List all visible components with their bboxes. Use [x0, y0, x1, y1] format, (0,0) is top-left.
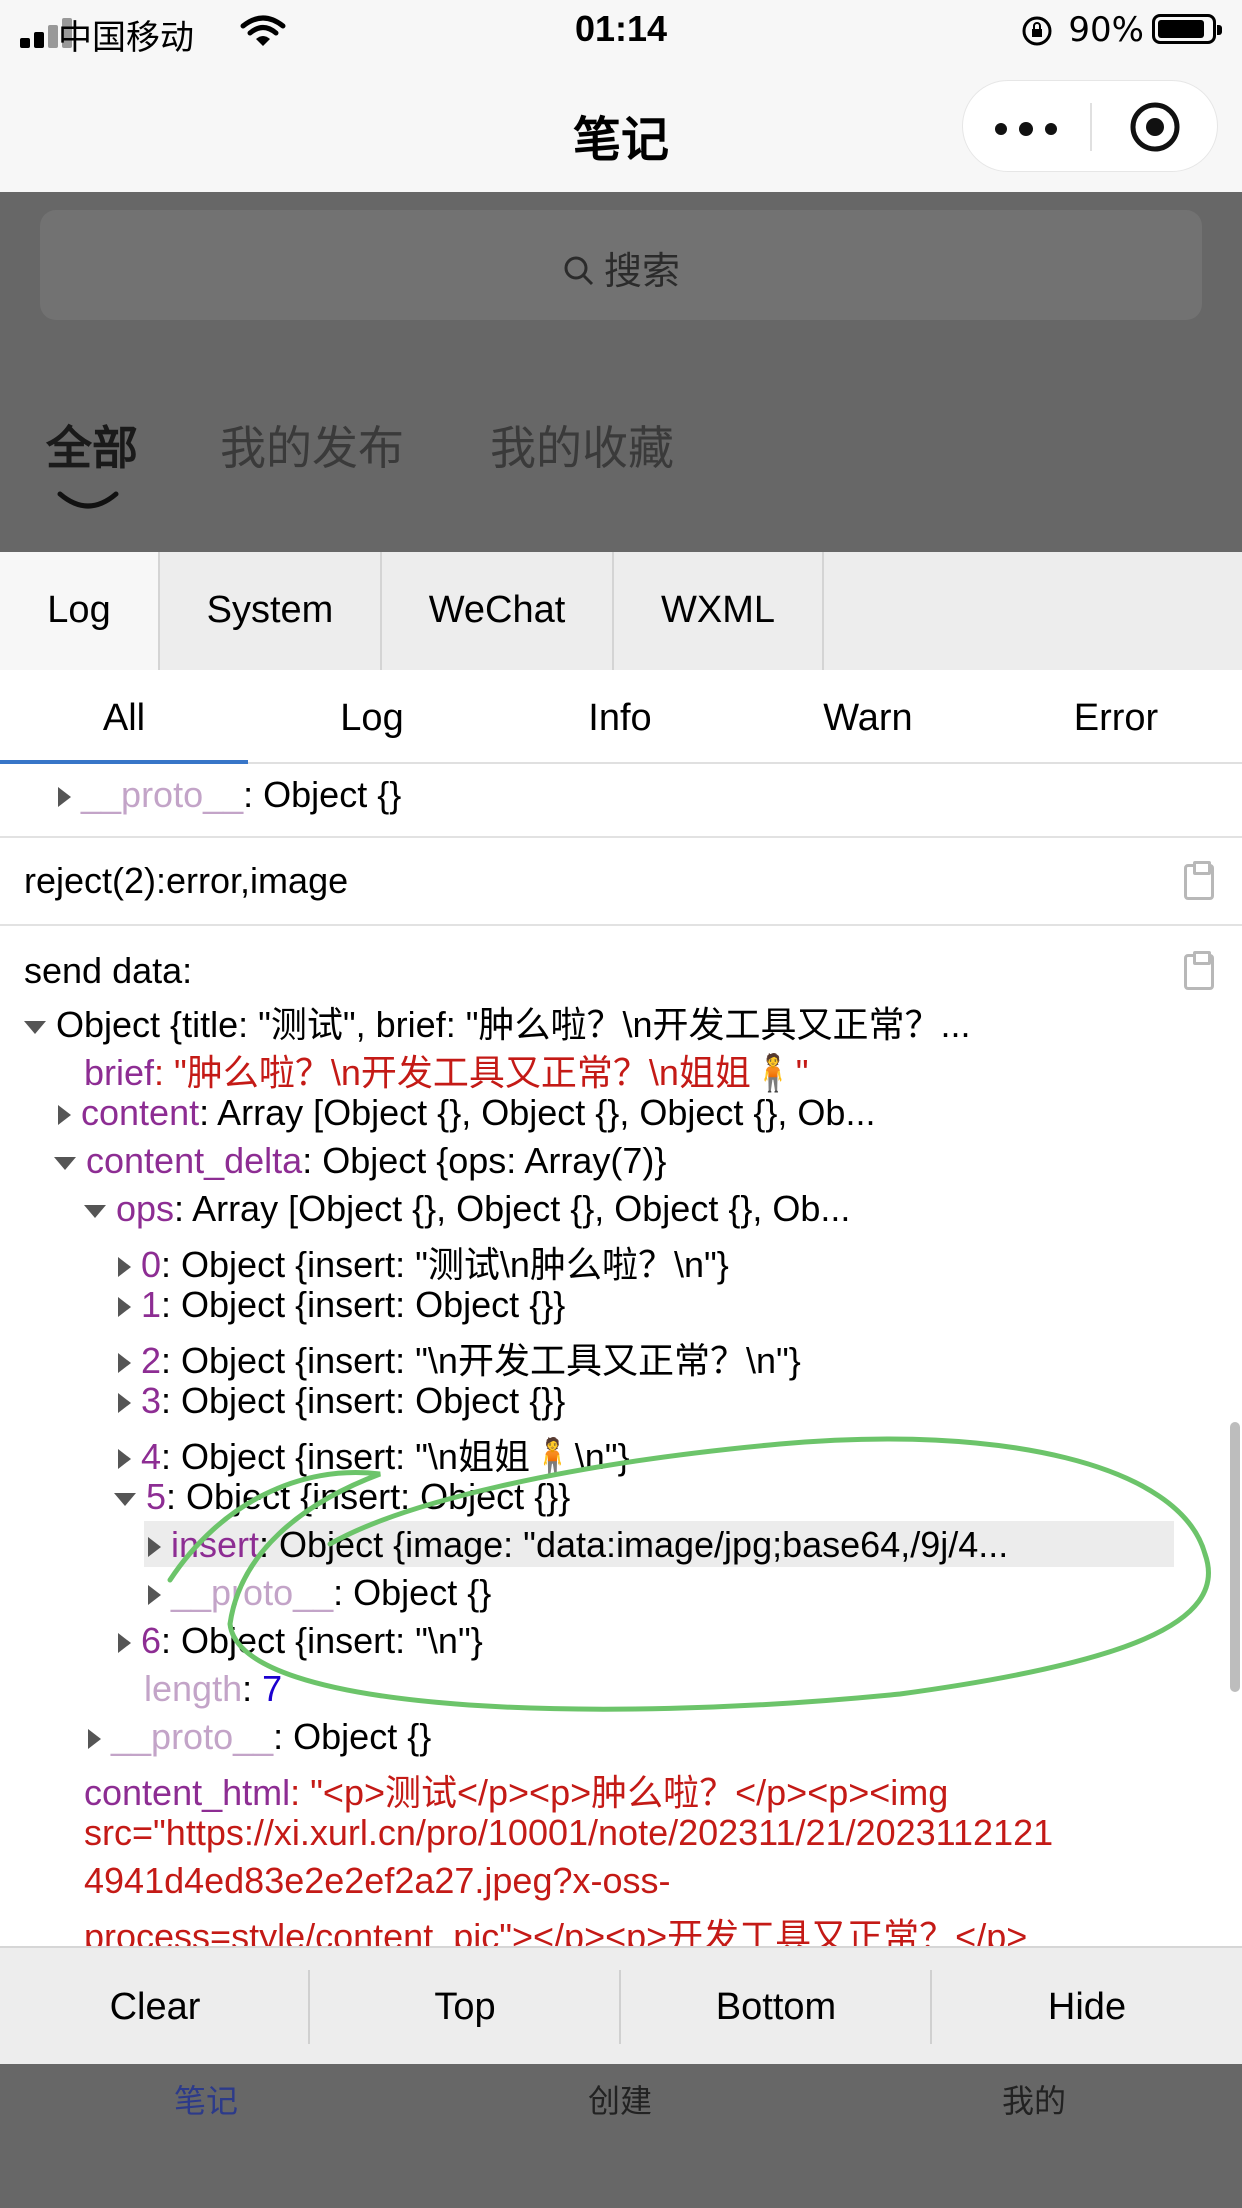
annotation-circle	[167, 1436, 1211, 1712]
filter-warn[interactable]: Warn	[744, 670, 992, 762]
vconsole-tabs: Log System WeChat WXML	[0, 552, 1242, 671]
tab-system[interactable]: System	[160, 552, 382, 670]
status-bar: 中国移动 01:14 90%	[0, 0, 1242, 62]
search-bar[interactable]: 搜索	[40, 210, 1202, 320]
clock: 01:14	[574, 8, 668, 49]
battery-icon	[1152, 14, 1222, 44]
close-miniprogram-icon[interactable]	[1127, 99, 1183, 155]
tab-my-favorites[interactable]: 我的收藏	[490, 412, 674, 478]
bottom-button[interactable]: Bottom	[621, 1948, 931, 2066]
tabbar-notes[interactable]: 笔记	[174, 2076, 238, 2122]
scrollbar[interactable]	[1230, 1422, 1240, 1692]
filter-log[interactable]: Log	[248, 670, 496, 762]
search-icon	[564, 256, 594, 286]
nav-bar: 笔记	[0, 62, 1242, 192]
tab-bar: 笔记 创建 我的	[0, 2064, 1242, 2208]
tabbar-mine[interactable]: 我的	[1002, 2076, 1066, 2122]
tabbar-create[interactable]: 创建	[588, 2076, 652, 2122]
vconsole-filter-tabs: All Log Info Warn Error	[0, 670, 1242, 764]
search-placeholder: 搜索	[603, 249, 680, 293]
battery-percent: 90%	[1068, 10, 1144, 50]
hide-button[interactable]: Hide	[932, 1948, 1242, 2066]
vconsole-footer: Clear Top Bottom Hide	[0, 1946, 1242, 2066]
log-panel: __proto__: Object {} reject(2):error,ima…	[0, 764, 1242, 1946]
filter-info[interactable]: Info	[496, 670, 744, 762]
tab-log[interactable]: Log	[0, 552, 160, 670]
tab-my-posts[interactable]: 我的发布	[220, 412, 404, 478]
tab-indicator	[57, 491, 119, 509]
rotation-lock-icon	[1022, 16, 1052, 46]
tab-wxml[interactable]: WXML	[614, 552, 824, 670]
clear-button[interactable]: Clear	[0, 1948, 310, 2066]
more-icon[interactable]	[993, 99, 1063, 155]
tab-wechat[interactable]: WeChat	[382, 552, 614, 670]
top-button[interactable]: Top	[310, 1948, 620, 2066]
miniprogram-capsule	[962, 80, 1218, 172]
notes-page-overlay: 搜索 全部 我的发布 我的收藏	[0, 192, 1242, 552]
filter-all[interactable]: All	[0, 670, 248, 764]
filter-error[interactable]: Error	[992, 670, 1240, 762]
tab-all[interactable]: 全部	[46, 412, 138, 478]
